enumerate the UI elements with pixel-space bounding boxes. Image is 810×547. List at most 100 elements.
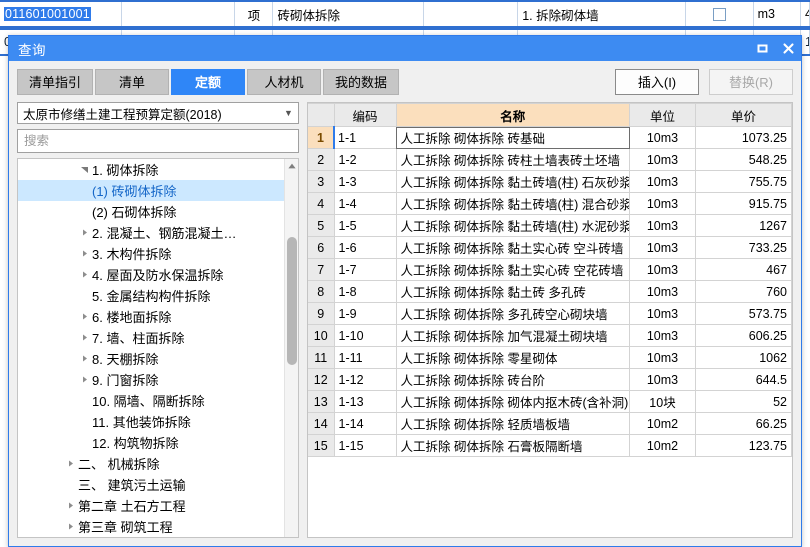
- cell-unit[interactable]: 10块: [630, 391, 696, 413]
- dialog-titlebar[interactable]: 查询: [9, 36, 801, 61]
- column-header-unit[interactable]: 单位: [630, 104, 696, 127]
- cell-name[interactable]: 人工拆除 砌体拆除 石膏板隔断墙: [396, 435, 630, 457]
- tab-wodeshuju[interactable]: 我的数据: [323, 69, 399, 95]
- cell-name[interactable]: 人工拆除 砌体拆除 黏土砖墙(柱) 水泥砂浆: [396, 215, 630, 237]
- tab-dinge[interactable]: 定额: [171, 69, 245, 95]
- tree-item-17[interactable]: 第三章 砌筑工程: [18, 516, 284, 537]
- bg-row-unit-cell[interactable]: m3: [754, 2, 801, 26]
- cell-code[interactable]: 1-15: [334, 435, 396, 457]
- tree-item-16[interactable]: 第二章 土石方工程: [18, 495, 284, 516]
- cell-name[interactable]: 人工拆除 砌体拆除 砖柱土墙表砖土坯墙: [396, 149, 630, 171]
- column-header-name[interactable]: 名称: [396, 104, 630, 127]
- cell-code[interactable]: 1-7: [334, 259, 396, 281]
- row-number[interactable]: 4: [308, 193, 334, 215]
- chevron-down-icon[interactable]: ▼: [281, 108, 296, 118]
- tree-scrollbar[interactable]: [284, 159, 298, 537]
- cell-code[interactable]: 1-5: [334, 215, 396, 237]
- tree-item-10[interactable]: 9. 门窗拆除: [18, 369, 284, 390]
- cell-price[interactable]: 915.75: [696, 193, 792, 215]
- cell-price[interactable]: 755.75: [696, 171, 792, 193]
- tree-item-4[interactable]: 3. 木构件拆除: [18, 243, 284, 264]
- cell-code[interactable]: 1-4: [334, 193, 396, 215]
- chevron-right-icon[interactable]: [62, 459, 78, 468]
- tree-item-0[interactable]: 1. 砌体拆除: [18, 159, 284, 180]
- chevron-right-icon[interactable]: [76, 354, 92, 363]
- cell-price[interactable]: 606.25: [696, 325, 792, 347]
- cell-name[interactable]: 人工拆除 砌体拆除 黏土砖墙(柱) 石灰砂浆: [396, 171, 630, 193]
- tree-item-11[interactable]: 10. 隔墙、隔断拆除: [18, 390, 284, 411]
- cell-unit[interactable]: 10m2: [630, 435, 696, 457]
- tree-scrollbar-thumb[interactable]: [287, 237, 297, 365]
- cell-unit[interactable]: 10m3: [630, 193, 696, 215]
- chevron-right-icon[interactable]: [76, 249, 92, 258]
- tree-item-6[interactable]: 5. 金属结构构件拆除: [18, 285, 284, 306]
- category-tree[interactable]: 1. 砌体拆除 (1) 砖砌体拆除 (2) 石砌体拆除 2. 混凝土、钢筋混凝土…: [17, 158, 299, 538]
- cell-name[interactable]: 人工拆除 砌体拆除 黏土实心砖 空花砖墙: [396, 259, 630, 281]
- row-number[interactable]: 7: [308, 259, 334, 281]
- tree-item-12[interactable]: 11. 其他装饰拆除: [18, 411, 284, 432]
- table-row[interactable]: 13 1-13 人工拆除 砌体拆除 砌体内抠木砖(含补洞) 10块 52: [308, 391, 792, 413]
- table-row[interactable]: 3 1-3 人工拆除 砌体拆除 黏土砖墙(柱) 石灰砂浆 10m3 755.75: [308, 171, 792, 193]
- row-number[interactable]: 15: [308, 435, 334, 457]
- cell-code[interactable]: 1-2: [334, 149, 396, 171]
- cell-name[interactable]: 人工拆除 砌体拆除 多孔砖空心砌块墙: [396, 303, 630, 325]
- tree-item-1-selected[interactable]: (1) 砖砌体拆除: [18, 180, 284, 201]
- cell-code[interactable]: 1-9: [334, 303, 396, 325]
- chevron-right-icon[interactable]: [62, 522, 78, 531]
- cell-unit[interactable]: 10m3: [630, 237, 696, 259]
- row-number[interactable]: 1: [308, 127, 334, 149]
- table-row[interactable]: 4 1-4 人工拆除 砌体拆除 黏土砖墙(柱) 混合砂浆 10m3 915.75: [308, 193, 792, 215]
- row-number[interactable]: 14: [308, 413, 334, 435]
- library-select[interactable]: 太原市修缮土建工程预算定额(2018) ▼: [17, 102, 299, 124]
- cell-unit[interactable]: 10m3: [630, 215, 696, 237]
- cell-code[interactable]: 1-3: [334, 171, 396, 193]
- cell-name[interactable]: 人工拆除 砌体拆除 零星砌体: [396, 347, 630, 369]
- tab-qingdan[interactable]: 清单: [95, 69, 169, 95]
- tab-rencaiji[interactable]: 人材机: [247, 69, 321, 95]
- cell-unit[interactable]: 10m3: [630, 149, 696, 171]
- row-number[interactable]: 12: [308, 369, 334, 391]
- row-number[interactable]: 11: [308, 347, 334, 369]
- tree-item-8[interactable]: 7. 墙、柱面拆除: [18, 327, 284, 348]
- search-input[interactable]: [24, 134, 292, 148]
- table-row[interactable]: 14 1-14 人工拆除 砌体拆除 轻质墙板墙 10m2 66.25: [308, 413, 792, 435]
- table-row[interactable]: 8 1-8 人工拆除 砌体拆除 黏土砖 多孔砖 10m3 760: [308, 281, 792, 303]
- chevron-right-icon[interactable]: [62, 501, 78, 510]
- scroll-up-icon[interactable]: [285, 159, 298, 173]
- cell-unit[interactable]: 10m3: [630, 369, 696, 391]
- row-number[interactable]: 8: [308, 281, 334, 303]
- close-icon[interactable]: [775, 36, 801, 61]
- tab-qingdan-zhiyin[interactable]: 清单指引: [17, 69, 93, 95]
- tree-item-3[interactable]: 2. 混凝土、钢筋混凝土…: [18, 222, 284, 243]
- checkbox-icon[interactable]: [713, 8, 726, 21]
- bg-row-feature-cell[interactable]: 1. 拆除砌体墙: [518, 2, 685, 26]
- cell-price[interactable]: 123.75: [696, 435, 792, 457]
- cell-price[interactable]: 760: [696, 281, 792, 303]
- cell-unit[interactable]: 10m3: [630, 281, 696, 303]
- table-row[interactable]: 12 1-12 人工拆除 砌体拆除 砖台阶 10m3 644.5: [308, 369, 792, 391]
- bg-row-checkbox-cell[interactable]: [686, 2, 754, 26]
- table-row[interactable]: 5 1-5 人工拆除 砌体拆除 黏土砖墙(柱) 水泥砂浆 10m3 1267: [308, 215, 792, 237]
- cell-code[interactable]: 1-14: [334, 413, 396, 435]
- chevron-down-icon[interactable]: [76, 165, 92, 174]
- cell-name[interactable]: 人工拆除 砌体拆除 砖基础: [396, 127, 630, 149]
- chevron-right-icon[interactable]: [76, 270, 92, 279]
- table-row[interactable]: 10 1-10 人工拆除 砌体拆除 加气混凝土砌块墙 10m3 606.25: [308, 325, 792, 347]
- cell-price[interactable]: 548.25: [696, 149, 792, 171]
- cell-price[interactable]: 1267: [696, 215, 792, 237]
- cell-unit[interactable]: 10m3: [630, 127, 696, 149]
- tree-item-2[interactable]: (2) 石砌体拆除: [18, 201, 284, 222]
- cell-price[interactable]: 644.5: [696, 369, 792, 391]
- row-number[interactable]: 9: [308, 303, 334, 325]
- cell-name[interactable]: 人工拆除 砌体拆除 加气混凝土砌块墙: [396, 325, 630, 347]
- cell-code[interactable]: 1-11: [334, 347, 396, 369]
- tree-item-14[interactable]: 二、 机械拆除: [18, 453, 284, 474]
- cell-price[interactable]: 467: [696, 259, 792, 281]
- cell-code[interactable]: 1-10: [334, 325, 396, 347]
- table-row[interactable]: 1 1-1 人工拆除 砌体拆除 砖基础 10m3 1073.25: [308, 127, 792, 149]
- cell-code[interactable]: 1-6: [334, 237, 396, 259]
- cell-name[interactable]: 人工拆除 砌体拆除 黏土砖墙(柱) 混合砂浆: [396, 193, 630, 215]
- cell-name[interactable]: 人工拆除 砌体拆除 砖台阶: [396, 369, 630, 391]
- cell-code[interactable]: 1-13: [334, 391, 396, 413]
- cell-price[interactable]: 573.75: [696, 303, 792, 325]
